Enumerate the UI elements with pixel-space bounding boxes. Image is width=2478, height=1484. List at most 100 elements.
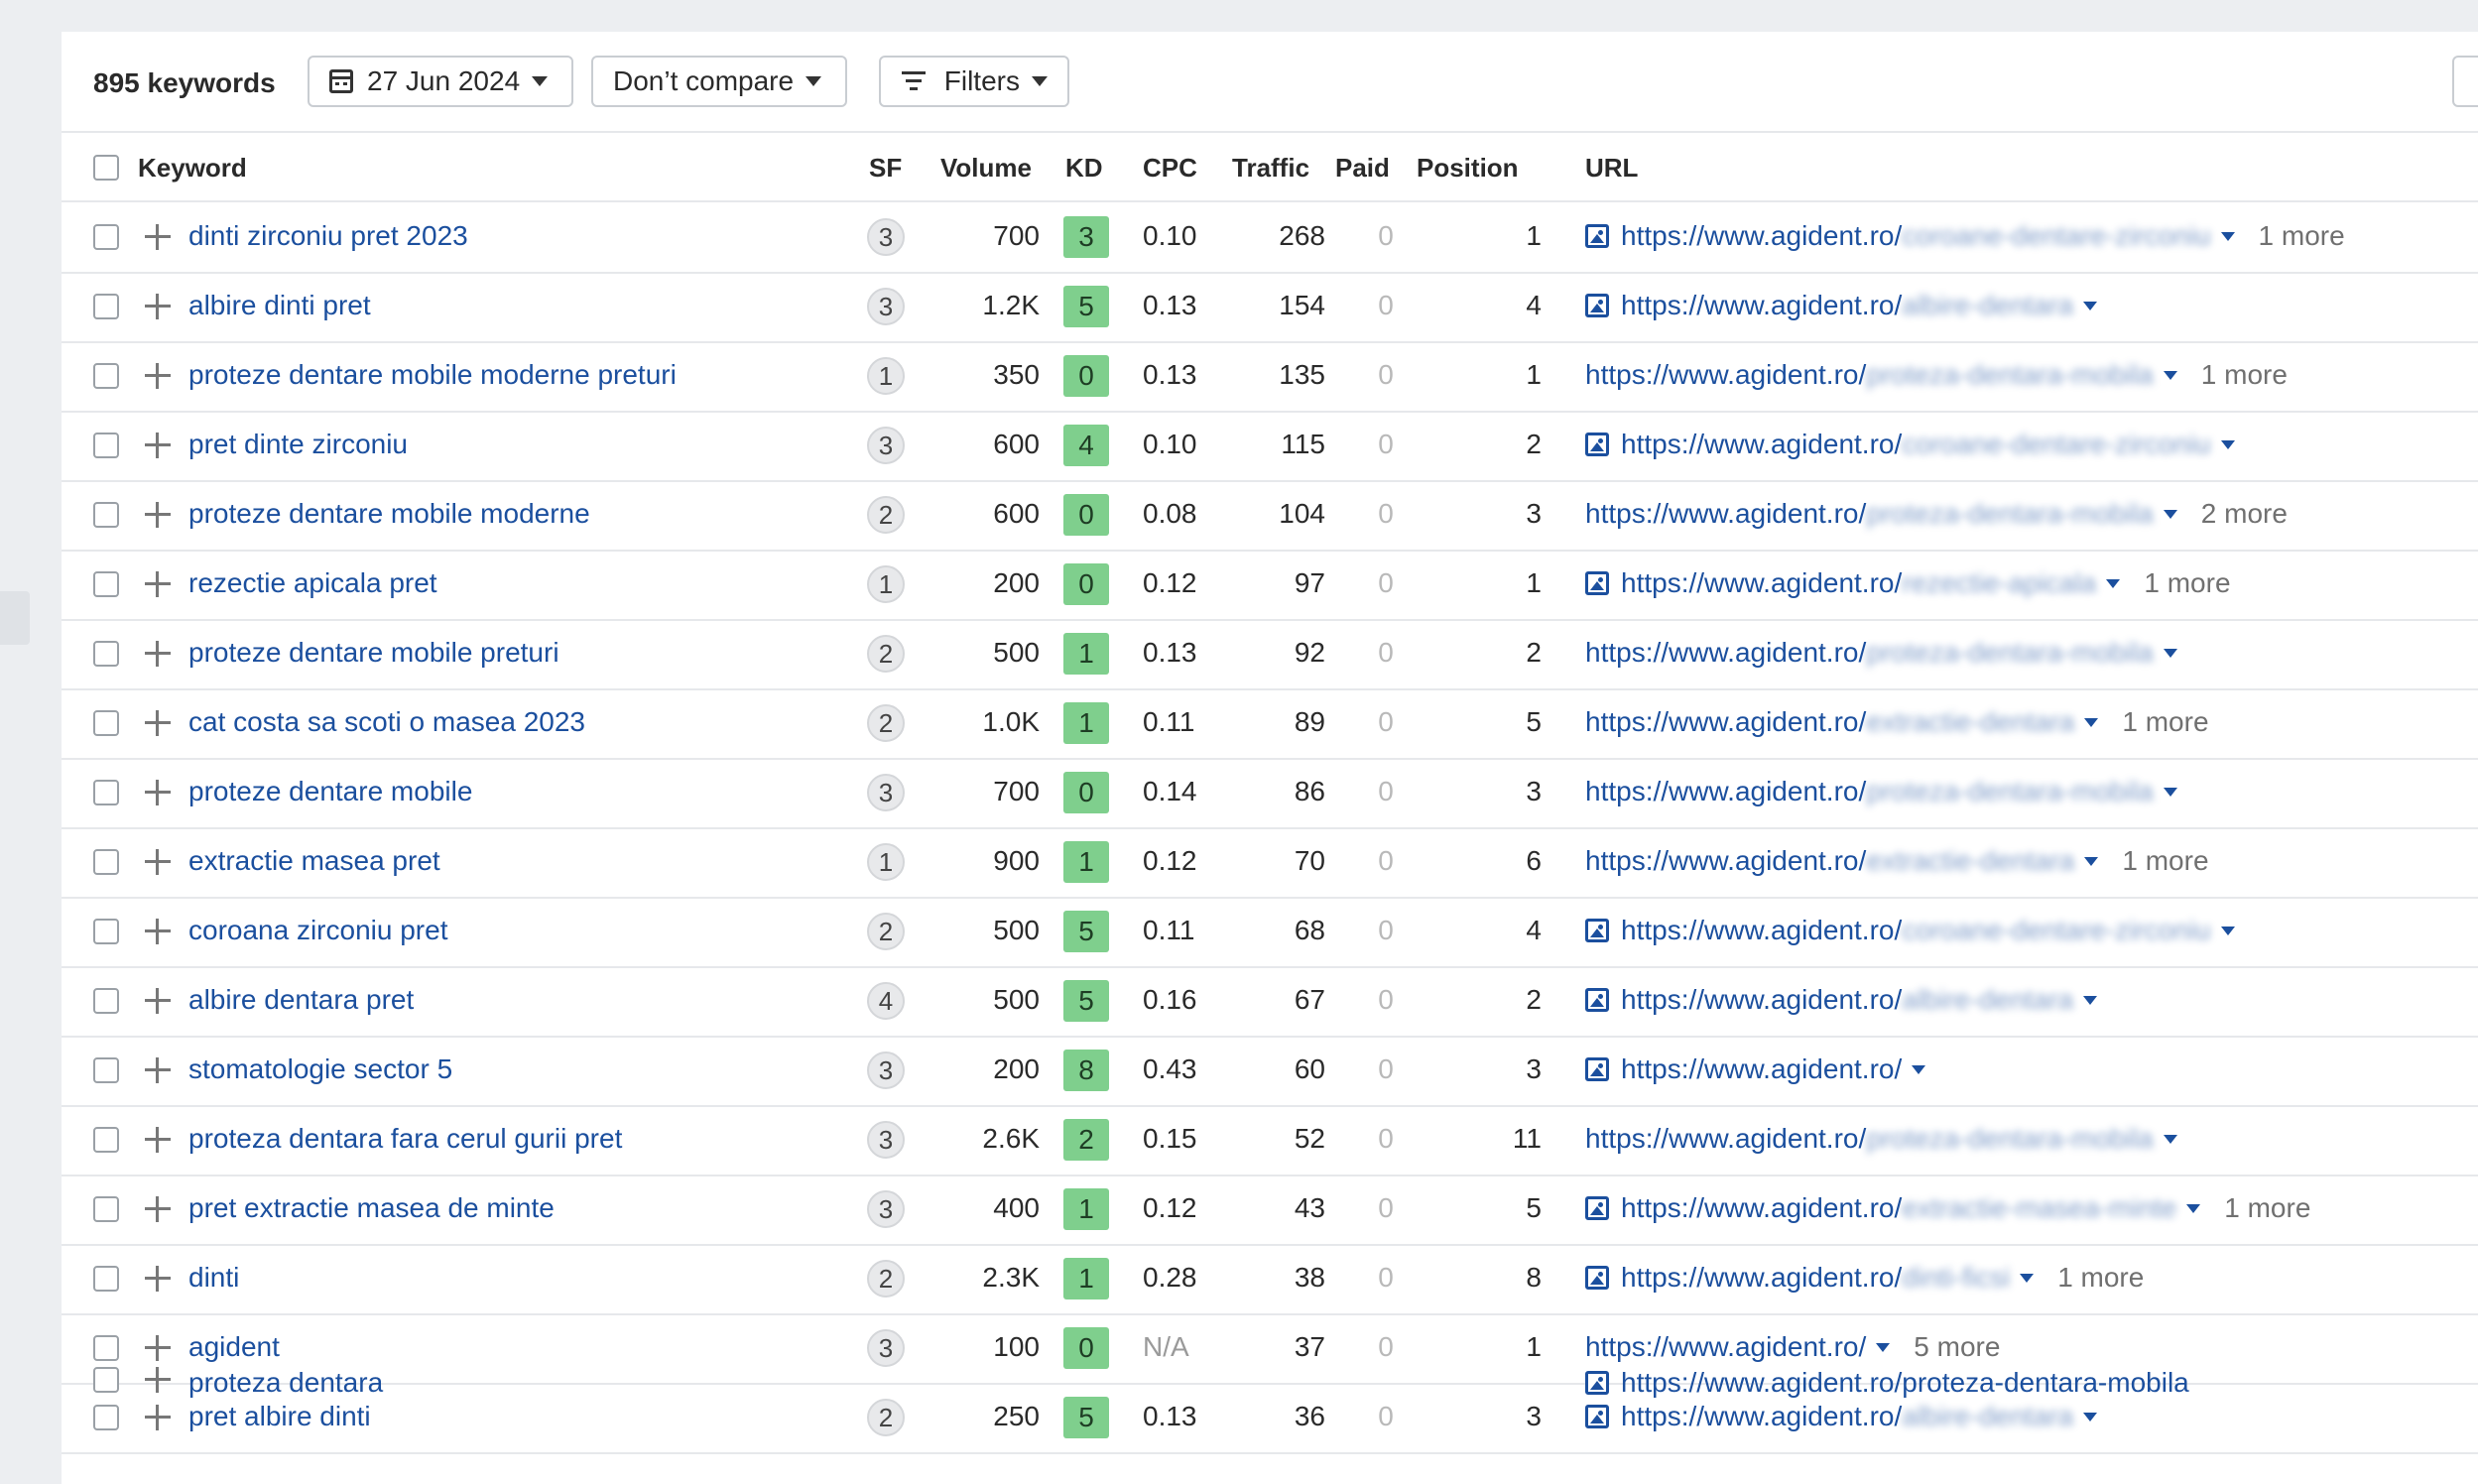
chevron-down-icon[interactable] [2186,1203,2201,1213]
sf-badge[interactable]: 2 [867,496,905,534]
chevron-down-icon[interactable] [1912,1064,1926,1074]
url-base[interactable]: https://www.agident.ro/ [1621,1262,1902,1294]
url-base[interactable]: https://www.agident.ro/ [1621,429,1902,460]
more-urls-link[interactable]: 1 more [2259,220,2345,252]
keyword-link[interactable]: pret dinte zirconiu [188,429,408,460]
col-keyword[interactable]: Keyword [138,153,247,184]
col-volume[interactable]: Volume [940,153,1032,184]
keyword-link[interactable]: albire dinti pret [188,290,371,321]
sf-badge[interactable]: 3 [867,1190,905,1228]
url-path[interactable]: coroane-dentare-zirconiu [1902,220,2210,252]
sf-badge[interactable]: 2 [867,1399,905,1436]
url-cell[interactable]: https://www.agident.ro/coroane-dentare-z… [1585,429,2235,460]
url-base[interactable]: https://www.agident.ro/ [1621,984,1902,1016]
row-checkbox[interactable] [93,1405,119,1430]
row-checkbox[interactable] [93,363,119,389]
url-cell[interactable]: https://www.agident.ro/proteza-dentara-m… [1585,1367,2189,1399]
keyword-link[interactable]: cat costa sa scoti o masea 2023 [188,706,585,738]
url-base[interactable]: https://www.agident.ro/ [1585,706,1866,738]
url-path[interactable]: proteza-dentara-mobila [1866,637,2154,669]
keyword-link[interactable]: rezectie apicala pret [188,567,437,599]
row-checkbox[interactable] [93,224,119,250]
row-checkbox[interactable] [93,641,119,667]
row-checkbox[interactable] [93,780,119,805]
more-urls-link[interactable]: 1 more [2057,1262,2144,1294]
url-path[interactable]: albire-dentara [1902,984,2073,1016]
url-cell[interactable]: https://www.agident.ro/proteza-dentara-m… [1585,1123,2177,1155]
url-base[interactable]: https://www.agident.ro/ [1585,359,1866,391]
row-checkbox[interactable] [93,1057,119,1083]
url-base[interactable]: https://www.agident.ro/ [1585,845,1866,877]
sf-badge[interactable]: 3 [867,1121,905,1159]
col-cpc[interactable]: CPC [1143,153,1197,184]
url-base[interactable]: https://www.agident.ro/ [1585,637,1866,669]
chevron-down-icon[interactable] [2163,370,2177,380]
plus-icon[interactable] [143,355,173,395]
url-path[interactable]: extractie-dentara [1866,706,2074,738]
url-path[interactable]: extractie-masea-minte [1902,1192,2176,1224]
plus-icon[interactable] [143,702,173,742]
plus-icon[interactable] [143,216,173,256]
plus-icon[interactable] [143,1050,173,1089]
url-cell[interactable]: https://www.agident.ro/proteza-dentara-m… [1585,359,2288,391]
url-cell[interactable]: https://www.agident.ro/extractie-dentara… [1585,706,2209,738]
url-base[interactable]: https://www.agident.ro/ [1585,776,1866,807]
url-path[interactable]: coroane-dentare-zirconiu [1902,915,2210,946]
url-cell[interactable]: https://www.agident.ro/albire-dentara [1585,290,2098,321]
url-cell[interactable]: https://www.agident.ro/proteza-dentara-m… [1585,776,2177,807]
sf-badge[interactable]: 3 [867,218,905,256]
sf-badge[interactable]: 3 [867,427,905,464]
more-urls-link[interactable]: 1 more [2122,845,2208,877]
row-checkbox[interactable] [93,988,119,1014]
col-sf[interactable]: SF [869,153,902,184]
toolbar-right-button[interactable] [2452,56,2478,107]
url-text[interactable]: https://www.agident.ro/proteza-dentara-m… [1621,1367,2189,1399]
chevron-down-icon[interactable] [2163,648,2177,658]
chevron-down-icon[interactable] [2084,856,2099,866]
sf-badge[interactable]: 3 [867,288,905,325]
url-cell[interactable]: https://www.agident.ro/coroane-dentare-z… [1585,220,2345,252]
chevron-down-icon[interactable] [2220,231,2235,241]
url-cell[interactable]: https://www.agident.ro/rezectie-apicala 1… [1585,567,2231,599]
chevron-down-icon[interactable] [2083,1412,2098,1422]
plus-icon[interactable] [143,1397,173,1436]
url-base[interactable]: https://www.agident.ro/ [1621,1192,1902,1224]
keyword-link[interactable]: proteza dentara fara cerul gurii pret [188,1123,622,1155]
row-checkbox[interactable] [93,1367,119,1393]
filters-button[interactable]: Filters [879,56,1069,107]
row-checkbox[interactable] [93,710,119,736]
col-kd[interactable]: KD [1065,153,1103,184]
chevron-down-icon[interactable] [2083,301,2098,310]
url-base[interactable]: https://www.agident.ro/ [1585,1123,1866,1155]
sf-badge[interactable]: 1 [867,565,905,603]
row-checkbox[interactable] [93,433,119,458]
more-urls-link[interactable]: 2 more [2201,498,2288,530]
sf-badge[interactable]: 2 [867,913,905,950]
plus-icon[interactable] [143,1359,173,1399]
more-urls-link[interactable]: 1 more [2144,567,2230,599]
row-checkbox[interactable] [93,1196,119,1222]
url-cell[interactable]: https://www.agident.ro/coroane-dentare-z… [1585,915,2235,946]
chevron-down-icon[interactable] [2163,1134,2177,1144]
sidebar-collapse-handle[interactable] [0,591,30,645]
keyword-link[interactable]: extractie masea pret [188,845,440,877]
chevron-down-icon[interactable] [2020,1273,2035,1283]
date-picker-button[interactable]: 27 Jun 2024 [308,56,573,107]
sf-badge[interactable]: 3 [867,1051,905,1089]
plus-icon[interactable] [143,286,173,325]
keyword-link[interactable]: albire dentara pret [188,984,414,1016]
more-urls-link[interactable]: 1 more [2122,706,2208,738]
url-cell[interactable]: https://www.agident.ro/extractie-dentara… [1585,845,2209,877]
plus-icon[interactable] [143,425,173,464]
keyword-link[interactable]: proteza dentara [188,1367,383,1399]
chevron-down-icon[interactable] [2220,926,2235,935]
url-base[interactable]: https://www.agident.ro/ [1621,915,1902,946]
col-position[interactable]: Position [1417,153,1519,184]
url-path[interactable]: coroane-dentare-zirconiu [1902,429,2210,460]
plus-icon[interactable] [143,563,173,603]
row-checkbox[interactable] [93,919,119,944]
row-checkbox[interactable] [93,502,119,528]
keyword-link[interactable]: stomatologie sector 5 [188,1053,452,1085]
plus-icon[interactable] [143,841,173,881]
keyword-link[interactable]: proteze dentare mobile moderne [188,498,590,530]
